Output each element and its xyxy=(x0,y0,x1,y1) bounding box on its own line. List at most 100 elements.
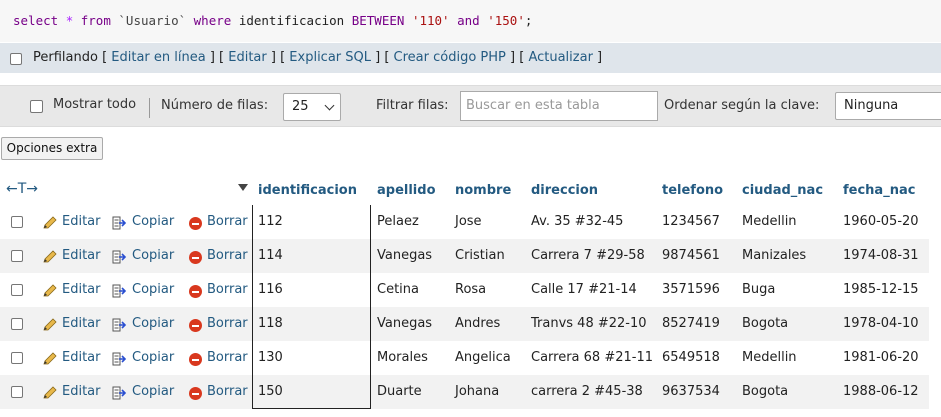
copy-icon[interactable] xyxy=(111,215,127,231)
explain-sql-link[interactable]: Explicar SQL xyxy=(289,50,371,65)
create-php-link[interactable]: Crear código PHP xyxy=(394,50,506,65)
delete-row-link[interactable]: Borrar xyxy=(207,316,248,331)
delete-icon[interactable] xyxy=(189,251,202,264)
filter-placeholder: Buscar en esta tabla xyxy=(466,98,600,113)
cell-apellido: Cetina xyxy=(377,282,419,297)
delete-icon[interactable] xyxy=(189,285,202,298)
copy-row-link[interactable]: Copiar xyxy=(132,350,174,365)
bracket: [ xyxy=(97,50,112,65)
row-select-checkbox[interactable] xyxy=(11,250,23,262)
cell-ciudad-nac: Bogota xyxy=(742,384,789,399)
cell-ciudad-nac: Medellin xyxy=(742,214,797,229)
edit-row-link[interactable]: Editar xyxy=(62,248,101,263)
pencil-icon[interactable] xyxy=(42,352,58,366)
delete-icon[interactable] xyxy=(189,319,202,332)
cell-telefono: 9637534 xyxy=(662,384,720,399)
column-header-nombre[interactable]: nombre xyxy=(455,183,511,198)
bracket: ] [ xyxy=(371,50,394,65)
copy-row-link[interactable]: Copiar xyxy=(132,282,174,297)
table-header: ←T→ identificacion apellido nombre direc… xyxy=(0,175,929,205)
column-header-telefono[interactable]: telefono xyxy=(662,183,723,198)
table-row: Editar Copiar Borrar 118 Vanegas Andres Tranvs… xyxy=(0,307,929,341)
cell-direccion: Tranvs 48 #22-10 xyxy=(531,316,647,331)
filter-input[interactable]: Buscar en esta tabla xyxy=(460,91,658,121)
pencil-icon[interactable] xyxy=(42,318,58,332)
delete-row-link[interactable]: Borrar xyxy=(207,214,248,229)
delete-row-link[interactable]: Borrar xyxy=(207,282,248,297)
cell-apellido: Duarte xyxy=(377,384,422,399)
edit-link[interactable]: Editar xyxy=(228,50,267,65)
copy-icon[interactable] xyxy=(111,385,127,401)
edit-row-link[interactable]: Editar xyxy=(62,214,101,229)
delete-icon[interactable] xyxy=(189,387,202,400)
delete-row-link[interactable]: Borrar xyxy=(207,350,248,365)
sql-end: ; xyxy=(524,13,533,28)
cell-ciudad-nac: Manizales xyxy=(742,248,807,263)
row-select-checkbox[interactable] xyxy=(11,216,23,228)
edit-inline-link[interactable]: Editar en línea xyxy=(111,50,205,65)
pencil-icon[interactable] xyxy=(42,216,58,230)
cell-identificacion: 114 xyxy=(258,248,283,263)
column-header-identificacion[interactable]: identificacion xyxy=(258,183,357,198)
cell-direccion: Calle 17 #21-14 xyxy=(531,282,637,297)
cell-apellido: Vanegas xyxy=(377,248,433,263)
column-resize-arrows-icon[interactable]: ←T→ xyxy=(6,181,38,197)
pencil-icon[interactable] xyxy=(42,250,58,264)
row-select-checkbox[interactable] xyxy=(11,284,23,296)
column-header-apellido[interactable]: apellido xyxy=(377,183,436,198)
cell-telefono: 9874561 xyxy=(662,248,720,263)
row-select-checkbox[interactable] xyxy=(11,386,23,398)
cell-fecha-nac: 1960-05-20 xyxy=(843,214,919,229)
column-header-fecha-nac[interactable]: fecha_nac xyxy=(843,183,915,198)
copy-row-link[interactable]: Copiar xyxy=(132,384,174,399)
copy-icon[interactable] xyxy=(111,283,127,299)
cell-direccion: Carrera 68 #21-11 xyxy=(531,350,654,365)
rows-select[interactable]: 25 xyxy=(283,93,341,121)
edit-row-link[interactable]: Editar xyxy=(62,282,101,297)
profiling-label: Perfilando xyxy=(33,50,98,65)
row-select-checkbox[interactable] xyxy=(11,318,23,330)
extra-options-button[interactable]: Opciones extra xyxy=(1,137,103,160)
sql-string: '110' xyxy=(411,13,450,28)
cell-ciudad-nac: Bogota xyxy=(742,316,789,331)
cell-direccion: Carrera 7 #29-58 xyxy=(531,248,645,263)
row-select-checkbox[interactable] xyxy=(11,352,23,364)
delete-row-link[interactable]: Borrar xyxy=(207,248,248,263)
sql-keyword: select xyxy=(13,13,59,28)
copy-row-link[interactable]: Copiar xyxy=(132,248,174,263)
copy-icon[interactable] xyxy=(111,351,127,367)
cell-identificacion: 118 xyxy=(258,316,283,331)
bracket: ] [ xyxy=(266,50,290,65)
sort-value: Ninguna xyxy=(844,98,899,113)
copy-row-link[interactable]: Copiar xyxy=(132,316,174,331)
pencil-icon[interactable] xyxy=(42,386,58,400)
delete-row-link[interactable]: Borrar xyxy=(207,384,248,399)
show-all-label: Mostrar todo xyxy=(53,97,137,112)
pencil-icon[interactable] xyxy=(42,284,58,298)
cell-fecha-nac: 1978-04-10 xyxy=(843,316,919,331)
edit-row-link[interactable]: Editar xyxy=(62,384,101,399)
cell-apellido: Vanegas xyxy=(377,316,433,331)
table-row: Editar Copiar Borrar 114 Vanegas Cristian Carr… xyxy=(0,239,929,273)
sql-keyword: where xyxy=(193,13,232,28)
sort-label: Ordenar según la clave: xyxy=(664,98,820,113)
cell-fecha-nac: 1985-12-15 xyxy=(843,282,919,297)
copy-icon[interactable] xyxy=(111,317,127,333)
copy-icon[interactable] xyxy=(111,249,127,265)
delete-icon[interactable] xyxy=(189,353,202,366)
edit-row-link[interactable]: Editar xyxy=(62,316,101,331)
show-all-checkbox[interactable] xyxy=(30,100,43,113)
cell-ciudad-nac: Buga xyxy=(742,282,776,297)
edit-row-link[interactable]: Editar xyxy=(62,350,101,365)
column-header-ciudad-nac[interactable]: ciudad_nac xyxy=(742,183,823,198)
cell-telefono: 6549518 xyxy=(662,350,720,365)
cell-direccion: Av. 35 #32-45 xyxy=(531,214,624,229)
cell-nombre: Johana xyxy=(455,384,500,399)
sort-select[interactable]: Ninguna xyxy=(835,92,941,120)
column-header-direccion[interactable]: direccion xyxy=(531,183,598,198)
profiling-checkbox[interactable] xyxy=(10,53,22,65)
cell-identificacion: 112 xyxy=(258,214,283,229)
delete-icon[interactable] xyxy=(189,217,202,230)
refresh-link[interactable]: Actualizar xyxy=(528,50,592,65)
copy-row-link[interactable]: Copiar xyxy=(132,214,174,229)
